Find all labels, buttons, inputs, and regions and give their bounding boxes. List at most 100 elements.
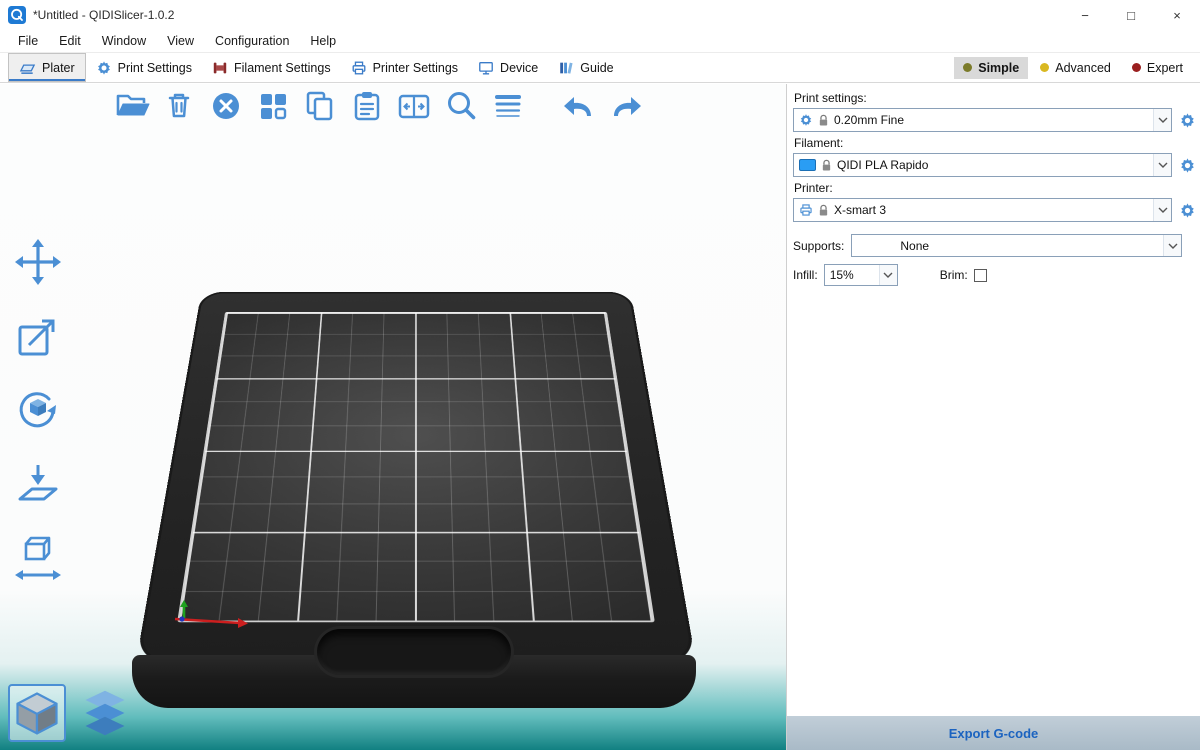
export-gcode-button[interactable]: Export G-code: [787, 716, 1200, 750]
tab-print-settings[interactable]: Print Settings: [86, 53, 202, 82]
gizmo-toolbar: [10, 234, 66, 586]
axes-indicator-icon: [168, 560, 256, 628]
print-settings-label: Print settings:: [794, 91, 1196, 105]
filament-label: Filament:: [794, 136, 1196, 150]
print-settings-value: 0.20mm Fine: [834, 113, 904, 127]
menu-help[interactable]: Help: [300, 32, 347, 50]
maximize-button[interactable]: □: [1108, 0, 1154, 30]
menubar: File Edit Window View Configuration Help: [0, 30, 1200, 52]
window-title: *Untitled - QIDISlicer-1.0.2: [33, 8, 174, 22]
mode-advanced[interactable]: Advanced: [1031, 57, 1120, 79]
menu-file[interactable]: File: [8, 32, 49, 50]
tab-printer-settings-label: Printer Settings: [373, 61, 458, 75]
printer-icon: [799, 203, 813, 217]
mode-switcher: Simple Advanced Expert: [954, 57, 1192, 79]
gear-icon: [96, 60, 112, 76]
mode-simple-label: Simple: [978, 61, 1019, 75]
guide-icon: [558, 60, 574, 76]
menu-window[interactable]: Window: [92, 32, 157, 50]
tab-filament-settings-label: Filament Settings: [234, 61, 331, 75]
printer-icon: [351, 60, 367, 76]
variable-layer-height-button[interactable]: [488, 86, 528, 126]
brim-label: Brim:: [940, 268, 968, 282]
split-view-button[interactable]: [394, 86, 434, 126]
tab-guide[interactable]: Guide: [548, 53, 623, 82]
print-settings-combo[interactable]: 0.20mm Fine: [793, 108, 1172, 132]
window-controls: − □ ×: [1062, 0, 1200, 30]
copy-button[interactable]: [300, 86, 340, 126]
mode-simple[interactable]: Simple: [954, 57, 1028, 79]
open-file-button[interactable]: [112, 86, 152, 126]
mode-expert-label: Expert: [1147, 61, 1183, 75]
chevron-down-icon[interactable]: [1153, 109, 1171, 131]
supports-label: Supports:: [793, 239, 844, 253]
app-logo-icon: [8, 6, 26, 24]
print-settings-gear-button[interactable]: [1178, 111, 1196, 129]
delete-button[interactable]: [159, 86, 199, 126]
undo-button[interactable]: [559, 86, 599, 126]
filament-combo[interactable]: QIDI PLA Rapido: [793, 153, 1172, 177]
brim-checkbox[interactable]: [974, 269, 987, 282]
paste-button[interactable]: [347, 86, 387, 126]
bed-front-skirt: [132, 655, 696, 708]
bed-handle-cutout: [317, 629, 511, 675]
view-switcher: [8, 684, 134, 742]
tab-device-label: Device: [500, 61, 538, 75]
chevron-down-icon[interactable]: [1163, 235, 1181, 256]
menu-edit[interactable]: Edit: [49, 32, 92, 50]
move-tool-button[interactable]: [10, 234, 66, 290]
lock-icon: [818, 204, 829, 217]
filament-color-swatch: [799, 159, 816, 171]
menu-configuration[interactable]: Configuration: [205, 32, 300, 50]
tab-print-settings-label: Print Settings: [118, 61, 192, 75]
tab-plater[interactable]: Plater: [8, 53, 86, 82]
place-on-face-tool-button[interactable]: [10, 456, 66, 512]
filament-icon: [212, 60, 228, 76]
printer-gear-button[interactable]: [1178, 201, 1196, 219]
delete-all-button[interactable]: [206, 86, 246, 126]
printer-value: X-smart 3: [834, 203, 886, 217]
filament-gear-button[interactable]: [1178, 156, 1196, 174]
infill-combo[interactable]: 15%: [824, 264, 898, 286]
menu-view[interactable]: View: [157, 32, 205, 50]
tab-guide-label: Guide: [580, 61, 613, 75]
titlebar: *Untitled - QIDISlicer-1.0.2 − □ ×: [0, 0, 1200, 30]
3d-viewport[interactable]: [0, 84, 786, 750]
rotate-tool-button[interactable]: [10, 382, 66, 438]
tab-printer-settings[interactable]: Printer Settings: [341, 53, 468, 82]
editor-view-button[interactable]: [8, 684, 66, 742]
supports-combo[interactable]: None: [851, 234, 1182, 257]
device-icon: [478, 60, 494, 76]
filament-value: QIDI PLA Rapido: [837, 158, 928, 172]
plater-icon: [19, 59, 36, 76]
mode-expert[interactable]: Expert: [1123, 57, 1192, 79]
tab-plater-label: Plater: [42, 61, 75, 75]
infill-value: 15%: [830, 268, 854, 282]
arrange-button[interactable]: [253, 86, 293, 126]
measure-tool-button[interactable]: [10, 530, 66, 586]
settings-panel: Print settings: 0.20mm Fine Filament: QI…: [786, 84, 1200, 750]
advanced-mode-dot-icon: [1040, 63, 1049, 72]
chevron-down-icon[interactable]: [1153, 154, 1171, 176]
supports-value: None: [900, 239, 929, 253]
expert-mode-dot-icon: [1132, 63, 1141, 72]
close-button[interactable]: ×: [1154, 0, 1200, 30]
minimize-button[interactable]: −: [1062, 0, 1108, 30]
chevron-down-icon[interactable]: [879, 265, 897, 285]
chevron-down-icon[interactable]: [1153, 199, 1171, 221]
printer-combo[interactable]: X-smart 3: [793, 198, 1172, 222]
lock-icon: [821, 159, 832, 172]
viewport-toolbar: [112, 86, 646, 126]
redo-button[interactable]: [606, 86, 646, 126]
simple-mode-dot-icon: [963, 63, 972, 72]
infill-label: Infill:: [793, 268, 818, 282]
search-button[interactable]: [441, 86, 481, 126]
printer-label: Printer:: [794, 181, 1196, 195]
gear-icon: [799, 113, 813, 127]
scale-tool-button[interactable]: [10, 308, 66, 364]
preview-view-button[interactable]: [76, 684, 134, 742]
tab-filament-settings[interactable]: Filament Settings: [202, 53, 341, 82]
lock-icon: [818, 114, 829, 127]
tab-device[interactable]: Device: [468, 53, 548, 82]
tabbar: Plater Print Settings Filament Settings …: [0, 52, 1200, 83]
